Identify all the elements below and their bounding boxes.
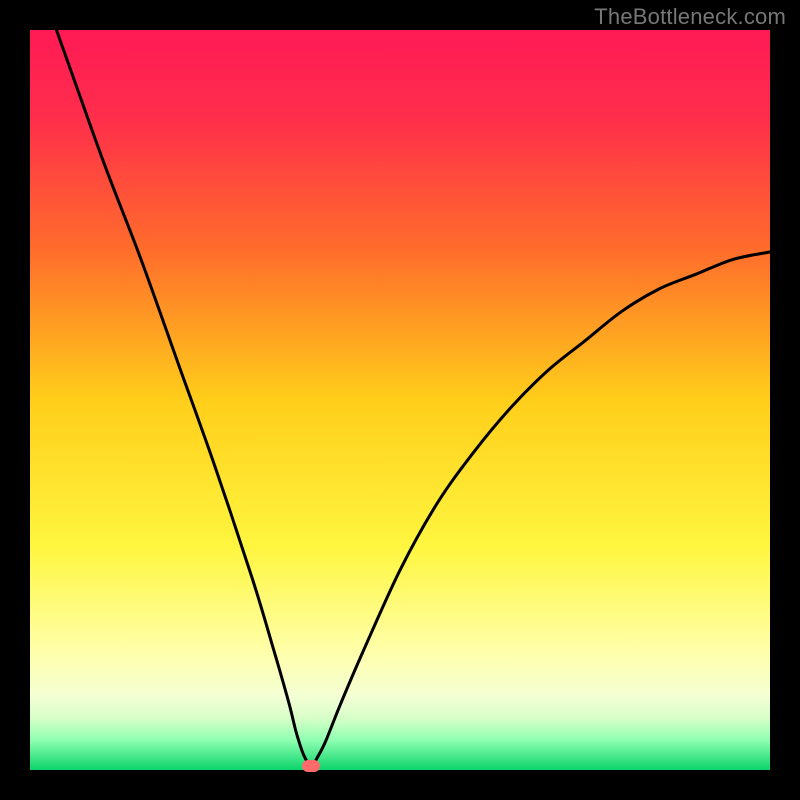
watermark-text: TheBottleneck.com: [594, 4, 786, 30]
chart-svg: [30, 30, 770, 770]
outer-frame: TheBottleneck.com: [0, 0, 800, 800]
bottleneck-curve: [30, 0, 770, 766]
optimal-point-marker: [302, 760, 320, 772]
